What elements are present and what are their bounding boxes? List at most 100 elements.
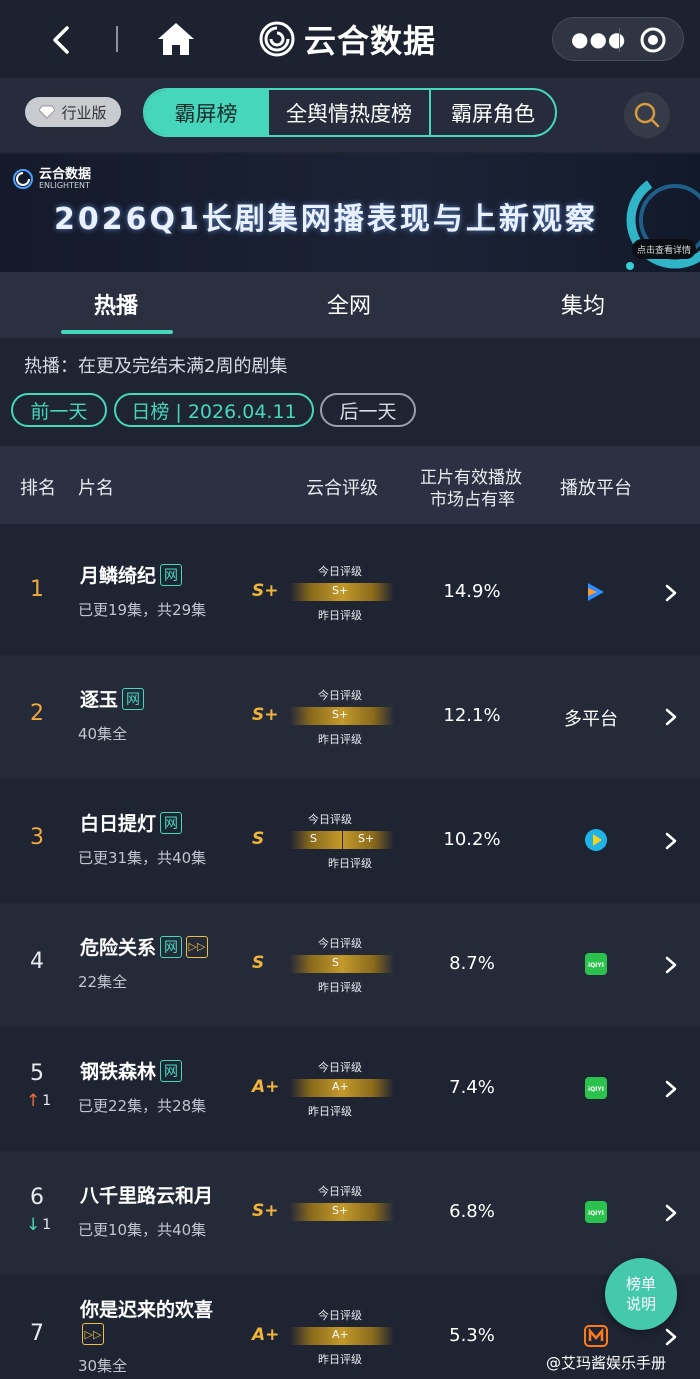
title-line: 白日提灯网 bbox=[80, 809, 183, 836]
table-row[interactable]: 5 ↑ 1 钢铁森林网已更22集，共28集 A+ 今日评级 A+ 昨日评级 7.4% iQIYI bbox=[0, 1027, 700, 1151]
rank-number: 5 bbox=[30, 1061, 44, 1086]
table-row[interactable]: 3 白日提灯网已更31集，共40集 S 今日评级 S S+ 昨日评级 10.2% bbox=[0, 779, 700, 903]
market-share: 14.9% bbox=[443, 581, 501, 602]
today-grade-label: 今日评级 bbox=[318, 937, 362, 950]
table-header: 排名 片名 云合评级 正片有效播放 市场占有率 播放平台 bbox=[0, 446, 700, 524]
episode-status: 40集全 bbox=[78, 725, 128, 743]
industry-edition-label: 行业版 bbox=[61, 103, 107, 122]
iqiyi-icon: iQIYI bbox=[585, 1201, 607, 1223]
search-button[interactable] bbox=[624, 92, 670, 138]
network-drama-badge: 网 bbox=[122, 687, 145, 710]
market-share: 10.2% bbox=[443, 829, 501, 850]
diamond-icon bbox=[39, 105, 56, 119]
svg-text:iQIYI: iQIYI bbox=[588, 962, 604, 969]
title-line: 八千里路云和月 bbox=[80, 1181, 213, 1208]
yesterday-grade-label: 昨日评级 bbox=[318, 733, 362, 746]
episode-status: 30集全 bbox=[78, 1357, 128, 1375]
app-title: 云合数据 bbox=[304, 22, 437, 60]
today-grade-label: 今日评级 bbox=[318, 565, 362, 578]
home-icon[interactable] bbox=[156, 20, 196, 58]
header-rank: 排名 bbox=[20, 478, 56, 499]
chevron-right-icon[interactable] bbox=[664, 583, 678, 603]
episode-status: 已更10集，共40集 bbox=[78, 1221, 207, 1239]
current-date-selector[interactable]: 日榜 | 2026.04.11 bbox=[114, 393, 314, 427]
today-grade-label: 今日评级 bbox=[318, 1185, 362, 1198]
chevron-right-icon[interactable] bbox=[664, 1079, 678, 1099]
market-share: 12.1% bbox=[443, 705, 501, 726]
grade-value: S+ bbox=[252, 581, 279, 601]
network-drama-badge: 网 bbox=[160, 935, 183, 958]
arrow-up-icon: ↑ bbox=[26, 1091, 41, 1111]
category-bar: 行业版 霸屏榜 全舆情热度榜 霸屏角色 bbox=[0, 78, 700, 152]
grade-bar-yesterday: S+ bbox=[358, 832, 375, 845]
drama-title[interactable]: 八千里路云和月 bbox=[80, 1181, 213, 1208]
banner-logo: 云合数据 ENLIGHTENT bbox=[12, 168, 91, 190]
today-grade-label: 今日评级 bbox=[308, 813, 352, 826]
tab-dominant-role[interactable]: 霸屏角色 bbox=[431, 90, 555, 135]
ranking-note: 热播：在更及完结未满2周的剧集 bbox=[24, 356, 288, 377]
vip-play-badge: ▷▷ bbox=[82, 1323, 104, 1345]
drama-title[interactable]: 钢铁森林 bbox=[80, 1057, 156, 1084]
chevron-right-icon[interactable] bbox=[664, 1203, 678, 1223]
rank-change: ↓ 1 bbox=[26, 1215, 51, 1235]
yunhe-logo-icon bbox=[13, 169, 33, 189]
yesterday-grade-label: 昨日评级 bbox=[318, 609, 362, 622]
table-row[interactable]: 6 ↓ 1 八千里路云和月 已更10集，共40集 S+ 今日评级 S+ 6.8% iQIYI bbox=[0, 1151, 700, 1275]
tab-per-episode[interactable]: 集均 bbox=[561, 288, 605, 320]
next-day-button[interactable]: 后一天 bbox=[320, 393, 416, 427]
grade-bar: S+ bbox=[290, 583, 394, 601]
chevron-right-icon[interactable] bbox=[664, 1327, 678, 1347]
divider bbox=[116, 26, 118, 52]
industry-edition-button[interactable]: 行业版 bbox=[25, 97, 121, 127]
today-grade-label: 今日评级 bbox=[318, 689, 362, 702]
top-bar: 云合数据 ●●● bbox=[0, 0, 700, 78]
drama-title[interactable]: 逐玉 bbox=[80, 685, 118, 712]
close-mini-program-icon[interactable] bbox=[639, 26, 667, 54]
grade-bar: A+ bbox=[290, 1079, 394, 1097]
tab-all-network[interactable]: 全网 bbox=[327, 288, 371, 320]
market-share: 7.4% bbox=[449, 1077, 495, 1098]
prev-day-button[interactable]: 前一天 bbox=[11, 393, 107, 427]
drama-title[interactable]: 月鳞绮纪 bbox=[80, 561, 156, 588]
market-share: 6.8% bbox=[449, 1201, 495, 1222]
table-row[interactable]: 4 危险关系网 ▷▷ 22集全 S 今日评级 S 昨日评级 8.7% iQIYI bbox=[0, 903, 700, 1027]
grade-bar-today: S+ bbox=[332, 708, 349, 721]
grade-bar: S+ bbox=[290, 1203, 394, 1221]
youku-icon bbox=[585, 829, 607, 851]
tab-dominant-screen[interactable]: 霸屏榜 bbox=[145, 90, 269, 135]
drama-title[interactable]: 你是迟来的欢喜 bbox=[80, 1295, 213, 1322]
ranking-type-segment: 霸屏榜 全舆情热度榜 霸屏角色 bbox=[143, 88, 557, 137]
today-grade-label: 今日评级 bbox=[318, 1309, 362, 1322]
drama-title[interactable]: 危险关系 bbox=[80, 933, 156, 960]
grade-bar: S S+ bbox=[290, 831, 394, 849]
title-line: 逐玉网 bbox=[80, 685, 145, 712]
arrow-down-icon: ↓ bbox=[26, 1215, 41, 1235]
rank-number: 1 bbox=[30, 577, 44, 602]
yesterday-grade-label: 昨日评级 bbox=[328, 857, 372, 870]
back-icon[interactable] bbox=[44, 22, 80, 58]
chevron-right-icon[interactable] bbox=[664, 707, 678, 727]
svg-text:iQIYI: iQIYI bbox=[588, 1086, 604, 1093]
grade-value: S bbox=[252, 829, 265, 849]
tencent-video-icon bbox=[588, 583, 604, 601]
episode-status: 22集全 bbox=[78, 973, 128, 991]
tab-hot[interactable]: 热播 bbox=[94, 288, 138, 320]
banner-detail-button[interactable]: 点击查看详情 bbox=[632, 239, 696, 259]
grade-bar-today: S+ bbox=[332, 1204, 349, 1217]
promo-banner[interactable]: 云合数据 ENLIGHTENT 2026Q1长剧集网播表现与上新观察 点击查看详… bbox=[0, 154, 700, 272]
grade-value: A+ bbox=[252, 1325, 280, 1345]
market-share: 5.3% bbox=[449, 1325, 495, 1346]
float-line2: 说明 bbox=[625, 1295, 656, 1313]
table-row[interactable]: 2 逐玉网 40集全 S+ 今日评级 S+ 昨日评级 12.1% 多平台 bbox=[0, 655, 700, 779]
mango-tv-icon bbox=[584, 1325, 608, 1347]
search-icon bbox=[634, 102, 660, 128]
banner-logo-name: 云合数据 bbox=[39, 167, 92, 182]
chevron-right-icon[interactable] bbox=[664, 955, 678, 975]
platform-label: 多平台 bbox=[564, 709, 618, 730]
vip-play-badge: ▷▷ bbox=[186, 935, 209, 958]
drama-title[interactable]: 白日提灯 bbox=[80, 809, 156, 836]
table-row[interactable]: 1 月鳞绮纪网已更19集，共29集 S+ 今日评级 S+ 昨日评级 14.9% bbox=[0, 531, 700, 655]
chevron-right-icon[interactable] bbox=[664, 831, 678, 851]
tab-public-opinion[interactable]: 全舆情热度榜 bbox=[269, 90, 431, 135]
ranking-explanation-button[interactable]: 榜单 说明 bbox=[605, 1258, 677, 1330]
